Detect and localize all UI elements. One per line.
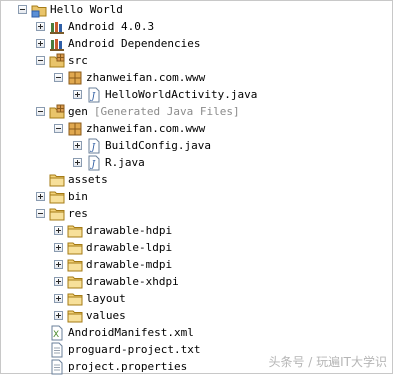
source-folder-icon [49,104,65,120]
tree-item-manifest[interactable]: X AndroidManifest.xml [36,324,194,341]
tree-item-drawable-xhdpi[interactable]: drawable-xhdpi [54,273,179,290]
expand-toggle[interactable] [54,311,63,320]
expand-toggle[interactable] [54,260,63,269]
folder-icon [67,291,83,307]
tree-item-values[interactable]: values [54,307,126,324]
expand-toggle[interactable] [73,141,82,150]
text-file-icon [49,342,65,358]
library-books-icon [49,36,65,52]
tree-item-src[interactable]: src [36,52,88,69]
svg-text:X: X [53,330,59,340]
tree-item-project[interactable]: Hello World [18,1,123,18]
tree-item-label: HelloWorldActivity.java [105,88,258,101]
tree-item-hello-activity[interactable]: J HelloWorldActivity.java [73,86,257,103]
expand-toggle[interactable] [73,90,82,99]
expand-toggle[interactable] [54,277,63,286]
tree-item-assets[interactable]: assets [36,171,108,188]
tree-item-label: AndroidManifest.xml [68,326,194,339]
tree-item-drawable-hdpi[interactable]: drawable-hdpi [54,222,172,239]
project-name: Hello World [50,3,123,16]
tree-item-label: zhanweifan.com.www [86,71,206,84]
expand-toggle[interactable] [54,294,63,303]
collapse-toggle[interactable] [54,124,63,133]
folder-icon [49,172,65,188]
tree-item-bin[interactable]: bin [36,188,88,205]
tree-item-label: drawable-mdpi [86,258,173,271]
java-file-icon: J [86,87,102,103]
tree-item-buildconfig[interactable]: J BuildConfig.java [73,137,211,154]
tree-item-label: R.java [105,156,145,169]
tree-item-label: Android 4.0.3 [68,20,155,33]
tree-item-drawable-mdpi[interactable]: drawable-mdpi [54,256,172,273]
generated-files-decoration: [Generated Java Files] [93,105,240,118]
watermark: 头条号 / 玩遍IT大学识 [268,355,387,369]
folder-icon [67,240,83,256]
tree-item-label: proguard-project.txt [68,343,201,356]
tree-item-label: Android Dependencies [68,37,201,50]
tree-item-label: src [68,54,88,67]
tree-item-label: gen [68,105,88,118]
folder-icon [67,274,83,290]
tree-item-proguard[interactable]: proguard-project.txt [36,341,200,358]
collapse-toggle[interactable] [36,107,45,116]
collapse-toggle[interactable] [36,56,45,65]
folder-icon [67,308,83,324]
folder-icon [49,206,65,222]
tree-item-label: BuildConfig.java [105,139,211,152]
tree-item-drawable-ldpi[interactable]: drawable-ldpi [54,239,172,256]
tree-item-r-java[interactable]: J R.java [73,154,145,171]
tree-item-label: layout [86,292,126,305]
java-file-icon: J [86,138,102,154]
folder-icon [67,257,83,273]
package-icon [67,70,83,86]
expand-toggle[interactable] [73,158,82,167]
expand-toggle[interactable] [54,243,63,252]
expand-toggle[interactable] [36,192,45,201]
tree-item-src-package[interactable]: zhanweifan.com.www [54,69,205,86]
package-icon [67,121,83,137]
folder-icon [49,189,65,205]
tree-item-gen[interactable]: gen [Generated Java Files] [36,103,240,120]
tree-item-label: drawable-xhdpi [86,275,179,288]
xml-file-icon: X [49,325,65,341]
library-books-icon [49,19,65,35]
text-file-icon [49,359,65,375]
collapse-toggle[interactable] [54,73,63,82]
tree-item-properties[interactable]: project.properties [36,358,187,375]
collapse-toggle[interactable] [36,209,45,218]
expand-toggle[interactable] [54,226,63,235]
tree-item-android-dependencies[interactable]: Android Dependencies [36,35,200,52]
source-folder-icon [49,53,65,69]
tree-item-res[interactable]: res [36,205,88,222]
tree-item-label: drawable-hdpi [86,224,173,237]
tree-item-label: assets [68,173,108,186]
tree-item-layout[interactable]: layout [54,290,126,307]
tree-item-label: drawable-ldpi [86,241,173,254]
expand-toggle[interactable] [36,39,45,48]
folder-icon [67,223,83,239]
tree-item-gen-package[interactable]: zhanweifan.com.www [54,120,205,137]
tree-item-label: values [86,309,126,322]
project-folder-icon [31,2,47,18]
tree-item-label: project.properties [68,360,188,373]
collapse-toggle[interactable] [18,5,27,14]
tree-item-label: zhanweifan.com.www [86,122,206,135]
tree-item-label: bin [68,190,88,203]
expand-toggle[interactable] [36,22,45,31]
java-file-icon: J [86,155,102,171]
tree-item-label: res [68,207,88,220]
tree-item-android-library[interactable]: Android 4.0.3 [36,18,154,35]
